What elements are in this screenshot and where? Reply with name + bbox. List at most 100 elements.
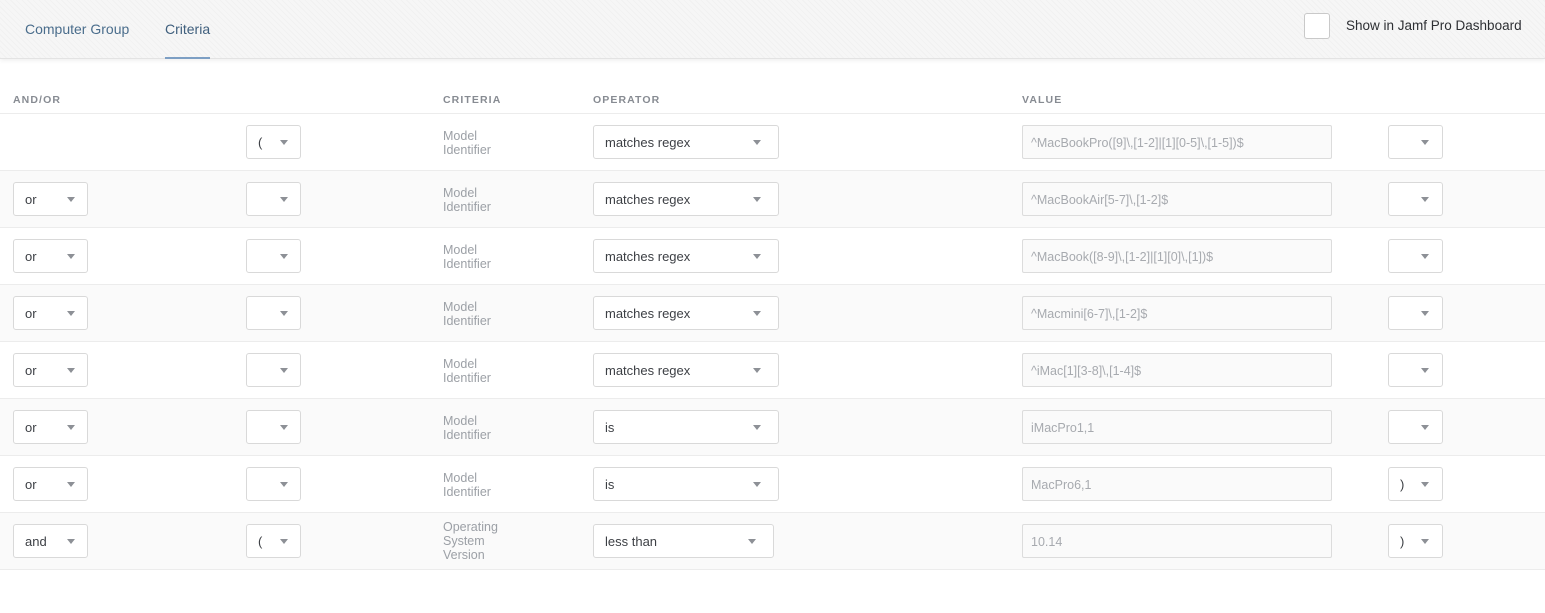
operator-select[interactable]: is [593,467,779,501]
value-text: iMacPro1,1 [1031,421,1095,435]
criteria-name: Model Identifier [443,186,491,214]
operator-select[interactable]: matches regex [593,353,779,387]
open-paren-select[interactable] [246,182,301,216]
criteria-name: Operating System Version [443,520,498,562]
operator-select[interactable]: matches regex [593,296,779,330]
chevron-down-icon [1421,311,1429,316]
open-paren-select[interactable]: ( [246,125,301,159]
value-field[interactable]: 10.14 [1022,524,1332,558]
criteria-row: or Model Identifier matches regex ^iMac[1][… [0,342,1545,399]
value-field[interactable]: ^iMac[1][3-8]\,[1-4]$ [1022,353,1332,387]
chevron-down-icon [280,254,288,259]
close-paren-select-value: ) [1400,534,1405,549]
andor-select[interactable]: or [13,182,88,216]
chevron-down-icon [280,425,288,430]
andor-select-value: or [25,192,37,207]
criteria-row: or Model Identifier matches regex ^MacBook(… [0,228,1545,285]
criteria-name: Model Identifier [443,471,491,499]
criteria-name: Model Identifier [443,414,491,442]
operator-select-value: is [605,420,615,435]
criteria-row: or Model Identifier matches regex ^Macmini[… [0,285,1545,342]
value-field[interactable]: ^MacBookAir[5-7]\,[1-2]$ [1022,182,1332,216]
top-bar: Computer Group Criteria Show in Jamf Pro… [0,0,1545,59]
andor-select-value: and [25,534,47,549]
open-paren-select-value: ( [258,534,263,549]
operator-select-value: matches regex [605,135,691,150]
andor-select-value: or [25,363,37,378]
value-field[interactable]: ^MacBookPro([9]\,[1-2]|[1][0-5]\,[1-5])$ [1022,125,1332,159]
value-text: ^iMac[1][3-8]\,[1-4]$ [1031,364,1142,378]
andor-select-value: or [25,420,37,435]
andor-select-value: or [25,306,37,321]
chevron-down-icon [753,368,761,373]
criteria-row: or Model Identifier is MacPro6,1) [0,456,1545,513]
chevron-down-icon [67,311,75,316]
tab-label: Computer Group [25,21,130,37]
operator-select-value: matches regex [605,306,691,321]
tab-computer-group[interactable]: Computer Group [25,0,129,59]
open-paren-select[interactable] [246,239,301,273]
close-paren-select[interactable]: ) [1388,467,1443,501]
chevron-down-icon [1421,425,1429,430]
chevron-down-icon [1421,482,1429,487]
close-paren-select[interactable] [1388,239,1443,273]
value-text: ^MacBookAir[5-7]\,[1-2]$ [1031,193,1169,207]
chevron-down-icon [280,197,288,202]
value-text: 10.14 [1031,535,1063,549]
close-paren-select-value: ) [1400,477,1405,492]
chevron-down-icon [280,482,288,487]
value-text: MacPro6,1 [1031,478,1092,492]
operator-select-value: matches regex [605,249,691,264]
operator-select[interactable]: matches regex [593,125,779,159]
open-paren-select[interactable]: ( [246,524,301,558]
close-paren-select[interactable] [1388,296,1443,330]
open-paren-select[interactable] [246,467,301,501]
chevron-down-icon [753,425,761,430]
open-paren-select[interactable] [246,410,301,444]
value-field[interactable]: iMacPro1,1 [1022,410,1332,444]
chevron-down-icon [280,539,288,544]
operator-select[interactable]: less than [593,524,774,558]
operator-select-value: is [605,477,615,492]
andor-select-value: or [25,477,37,492]
chevron-down-icon [1421,140,1429,145]
andor-select[interactable]: or [13,239,88,273]
chevron-down-icon [67,197,75,202]
andor-select[interactable]: or [13,467,88,501]
operator-select[interactable]: matches regex [593,239,779,273]
chevron-down-icon [280,311,288,316]
criteria-name: Model Identifier [443,357,491,385]
dashboard-label: Show in Jamf Pro Dashboard [1346,18,1522,33]
andor-select[interactable]: and [13,524,88,558]
close-paren-select[interactable] [1388,182,1443,216]
andor-select[interactable]: or [13,296,88,330]
open-paren-select[interactable] [246,296,301,330]
chevron-down-icon [748,539,756,544]
close-paren-select[interactable] [1388,353,1443,387]
chevron-down-icon [67,368,75,373]
tab-criteria[interactable]: Criteria [165,0,211,59]
value-field[interactable]: ^Macmini[6-7]\,[1-2]$ [1022,296,1332,330]
value-text: ^MacBook([8-9]\,[1-2]|[1][0]\,[1])$ [1031,250,1214,264]
andor-select[interactable]: or [13,410,88,444]
column-header-operator: OPERATOR [593,94,661,106]
criteria-name: Model Identifier [443,300,491,328]
operator-select-value: less than [605,534,658,549]
andor-select[interactable]: or [13,353,88,387]
operator-select[interactable]: matches regex [593,182,779,216]
chevron-down-icon [753,482,761,487]
criteria-row: (Model Identifier matches regex ^MacBookPr… [0,114,1545,171]
open-paren-select[interactable] [246,353,301,387]
value-field[interactable]: ^MacBook([8-9]\,[1-2]|[1][0]\,[1])$ [1022,239,1332,273]
value-field[interactable]: MacPro6,1 [1022,467,1332,501]
close-paren-select[interactable] [1388,410,1443,444]
operator-select[interactable]: is [593,410,779,444]
column-header-criteria: CRITERIA [443,94,502,106]
criteria-name: Model Identifier [443,243,491,271]
value-text: ^MacBookPro([9]\,[1-2]|[1][0-5]\,[1-5])$ [1031,136,1244,150]
close-paren-select[interactable]: ) [1388,524,1443,558]
dashboard-checkbox[interactable] [1304,13,1330,39]
criteria-row: or Model Identifier matches regex ^MacBookA… [0,171,1545,228]
chevron-down-icon [67,539,75,544]
close-paren-select[interactable] [1388,125,1443,159]
